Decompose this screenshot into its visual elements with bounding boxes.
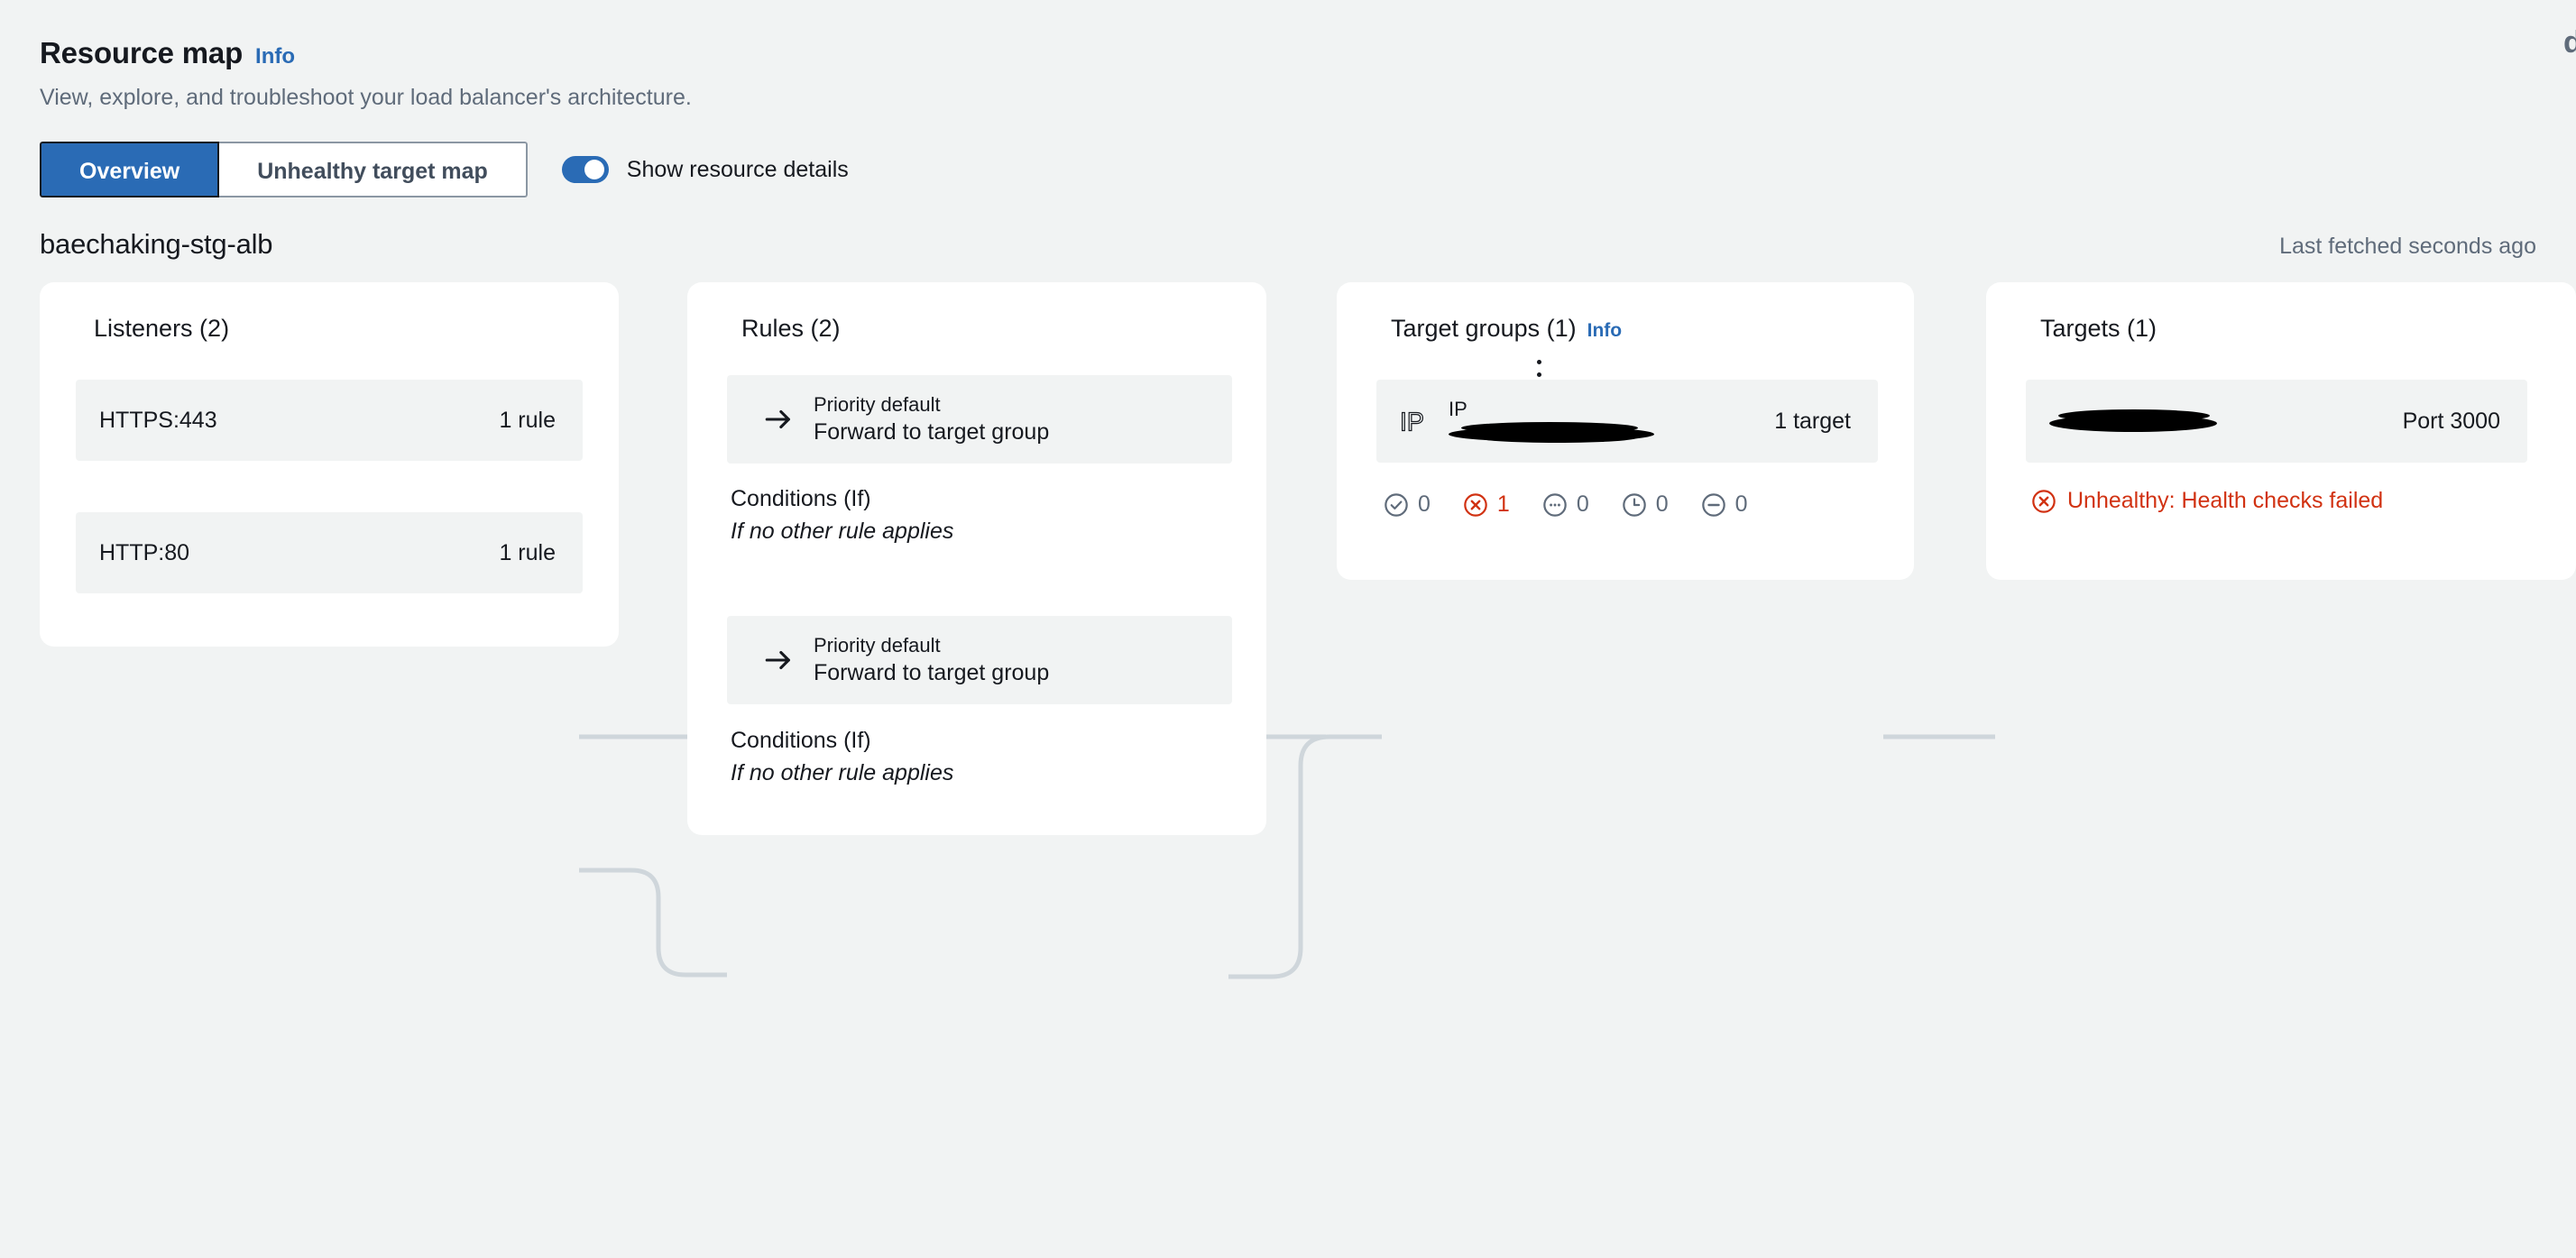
- show-resource-details-toggle[interactable]: Show resource details: [561, 156, 849, 183]
- listeners-card: Listeners (2) HTTPS:443 1 rule HTTP:80 1…: [40, 282, 619, 647]
- x-circle-icon: [2032, 489, 2056, 513]
- page-subtitle: View, explore, and troubleshoot your loa…: [40, 85, 692, 110]
- rule-priority: Priority default: [814, 393, 941, 416]
- target-port: Port 3000: [2402, 408, 2500, 434]
- health-healthy[interactable]: 0: [1384, 491, 1431, 518]
- rule-conditions-text: If no other rule applies: [731, 519, 954, 545]
- page-header: Resource map Info View, explore, and tro…: [0, 0, 2576, 261]
- toggle-switch-track[interactable]: [561, 156, 609, 183]
- health-draining[interactable]: 0: [1701, 491, 1748, 518]
- rules-title-text: Rules (2): [741, 315, 841, 342]
- toggle-switch-knob: [584, 160, 604, 179]
- health-unused-count: 0: [1576, 491, 1589, 517]
- rule-conditions-1: Conditions (If) If no other rule applies: [687, 482, 953, 548]
- health-unhealthy[interactable]: 1: [1463, 491, 1510, 518]
- forward-arrow-icon: [765, 409, 790, 429]
- targets-title-text: Targets (1): [2040, 315, 2157, 342]
- rule-action: Forward to target group: [814, 418, 1050, 445]
- resource-name-row: baechaking-stg-alb Last fetched seconds …: [0, 228, 2576, 261]
- listener-protocol-port: HTTP:80: [99, 539, 190, 565]
- rule-conditions-2: Conditions (If) If no other rule applies: [687, 724, 953, 790]
- target-row[interactable]: Port 3000: [2026, 380, 2527, 463]
- listener-rule-count: 1 rule: [499, 407, 556, 433]
- target-groups-card-title: Target groups (1) Info: [1337, 282, 1914, 343]
- health-unused[interactable]: 0: [1542, 491, 1589, 518]
- health-unhealthy-count: 1: [1496, 491, 1510, 517]
- x-circle-icon: [1464, 492, 1487, 517]
- svg-text:IP: IP: [1400, 408, 1424, 436]
- target-group-overflow-dots: [1537, 360, 1541, 377]
- target-health-status: Unhealthy: Health checks failed: [2031, 488, 2383, 514]
- rules-card-title: Rules (2): [687, 282, 1266, 343]
- listener-row-http[interactable]: HTTP:80 1 rule: [76, 512, 583, 593]
- last-fetched-label: Last fetched seconds ago: [2279, 234, 2536, 259]
- check-circle-icon: [1385, 492, 1408, 517]
- tab-overview[interactable]: Overview: [40, 142, 220, 197]
- target-group-target-count: 1 target: [1774, 408, 1851, 434]
- target-group-inner: IP IP 1 target: [1400, 360, 1851, 463]
- target-groups-title-text: Target groups (1): [1391, 315, 1577, 342]
- view-segmented-control[interactable]: Overview Unhealthy target map: [40, 142, 528, 197]
- clock-circle-icon: [1622, 492, 1646, 517]
- edge-cutoff-glyph: d: [2563, 25, 2576, 60]
- health-initial[interactable]: 0: [1622, 491, 1669, 518]
- health-initial-count: 0: [1655, 491, 1669, 517]
- tab-unhealthy-target-map[interactable]: Unhealthy target map: [219, 142, 528, 197]
- target-group-type: IP: [1449, 398, 1467, 421]
- rule-text-block: Priority default Forward to target group: [814, 633, 1049, 687]
- target-group-meta: IP: [1449, 398, 1654, 445]
- target-groups-info-link[interactable]: Info: [1587, 320, 1622, 342]
- health-healthy-count: 0: [1418, 491, 1431, 517]
- rule-action: Forward to target group: [814, 659, 1050, 685]
- ellipsis-circle-icon: [1543, 492, 1567, 517]
- rule-row-2[interactable]: Priority default Forward to target group: [727, 616, 1232, 704]
- target-group-row[interactable]: IP IP 1 target: [1376, 360, 1878, 463]
- rule-conditions-title: Conditions (If): [731, 728, 871, 753]
- listeners-card-title: Listeners (2): [40, 282, 619, 343]
- rule-conditions-title: Conditions (If): [731, 486, 871, 511]
- rule-text-block: Priority default Forward to target group: [814, 392, 1049, 446]
- rules-card: Rules (2) Priority default Forward to ta…: [687, 282, 1266, 835]
- rule-conditions-text: If no other rule applies: [731, 760, 954, 786]
- target-id-redacted: [2049, 408, 2239, 435]
- target-group-health-summary: 0 1 0 0 0: [1384, 491, 1748, 518]
- targets-card-title: Targets (1): [1986, 282, 2576, 343]
- page-title: Resource map: [40, 36, 244, 69]
- resource-map-canvas: Listeners (2) HTTPS:443 1 rule HTTP:80 1…: [0, 261, 2576, 979]
- target-health-status-text: Unhealthy: Health checks failed: [2067, 488, 2384, 513]
- listener-protocol-port: HTTPS:443: [99, 407, 217, 433]
- listeners-title-text: Listeners (2): [94, 315, 230, 342]
- target-group-name-redacted: [1449, 421, 1654, 445]
- listener-row-https[interactable]: HTTPS:443 1 rule: [76, 380, 583, 461]
- target-groups-card: Target groups (1) Info IP IP 1 target 0 …: [1337, 282, 1914, 580]
- rule-row-1[interactable]: Priority default Forward to target group: [727, 375, 1232, 464]
- minus-circle-icon: [1701, 492, 1725, 517]
- toggle-label: Show resource details: [626, 156, 849, 182]
- rule-priority: Priority default: [814, 634, 941, 657]
- ip-type-icon: IP: [1400, 408, 1425, 437]
- listener-rule-count: 1 rule: [499, 539, 556, 565]
- targets-card: Targets (1) Port 3000 Unhealthy: Health …: [1986, 282, 2576, 580]
- title-row: Resource map Info: [40, 36, 2576, 70]
- health-draining-count: 0: [1734, 491, 1748, 517]
- controls-row: Overview Unhealthy target map Show resou…: [40, 142, 2576, 197]
- header-info-link[interactable]: Info: [255, 44, 295, 69]
- forward-arrow-icon: [765, 650, 790, 670]
- load-balancer-name: baechaking-stg-alb: [40, 228, 273, 260]
